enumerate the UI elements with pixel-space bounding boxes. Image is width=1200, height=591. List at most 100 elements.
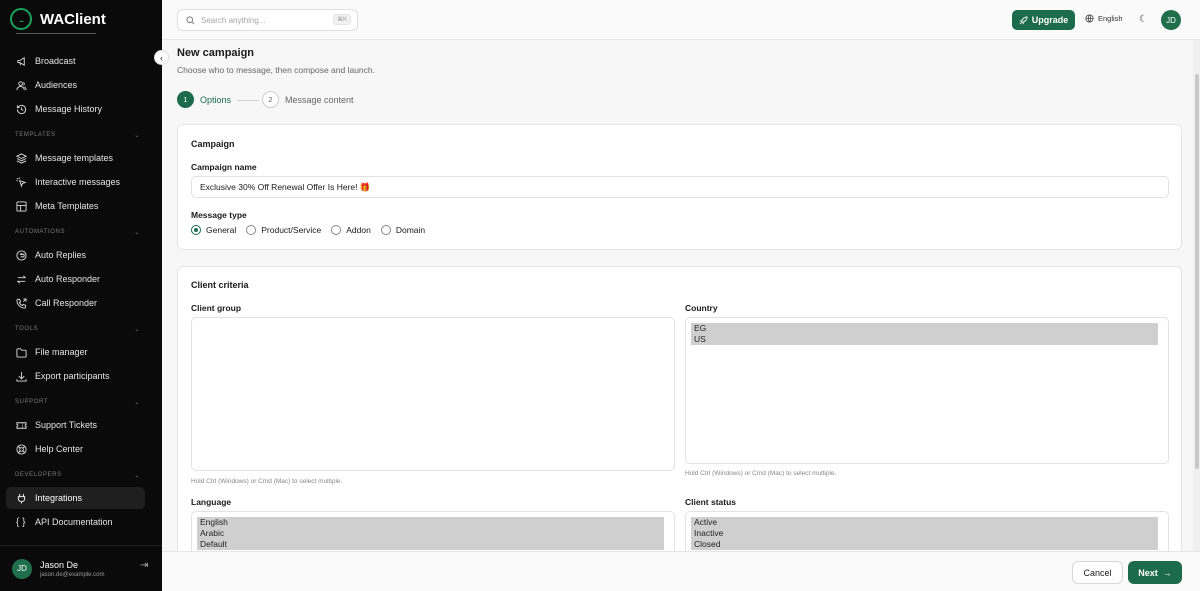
- rocket-icon: [1019, 15, 1028, 24]
- country-hint: Hold Ctrl (Windows) or Cmd (Mac) to sele…: [685, 470, 837, 477]
- step-message-content[interactable]: 2 Message content: [262, 91, 354, 108]
- radio-label: Domain: [395, 225, 426, 235]
- brand[interactable]: ... WAClient: [10, 8, 106, 30]
- user-email: jason.de@example.com: [40, 571, 105, 578]
- folder-icon: [16, 347, 27, 358]
- message-type-label: Message type: [191, 210, 247, 220]
- download-icon: [16, 371, 27, 382]
- search-input[interactable]: Search anything... ⌘K: [177, 9, 358, 31]
- chevron-down-icon: ⌄: [134, 327, 140, 333]
- client-group-label: Client group: [191, 303, 242, 313]
- select-option[interactable]: Inactive: [691, 528, 1158, 539]
- avatar: JD: [12, 558, 32, 579]
- section-tools[interactable]: TOOLS ⌄: [15, 326, 140, 333]
- radio-label: Addon: [346, 225, 371, 235]
- radio-button[interactable]: [191, 225, 201, 235]
- layout-icon: [16, 200, 27, 212]
- radio-button[interactable]: [246, 225, 257, 235]
- language-selector[interactable]: English: [1085, 14, 1123, 23]
- section-developers[interactable]: DEVELOPERS ⌄: [15, 472, 140, 479]
- topbar: Search anything... ⌘K Upgrade English ☾ …: [162, 0, 1200, 40]
- search-shortcut: ⌘K: [332, 14, 351, 25]
- collapse-sidebar-button[interactable]: ‹: [154, 50, 169, 65]
- client-status-label: Client status: [685, 497, 737, 507]
- sidebar-item-integrations[interactable]: Integrations: [6, 487, 145, 509]
- sidebar-item-auto-responder[interactable]: Auto Responder: [6, 268, 145, 290]
- sidebar-item-message-history[interactable]: Message History: [6, 98, 145, 120]
- select-option[interactable]: EG: [691, 323, 1158, 334]
- chevron-down-icon: ⌄: [134, 473, 140, 479]
- sidebar-item-message-templates[interactable]: Message templates: [6, 147, 145, 169]
- sidebar-item-label: Auto Responder: [35, 274, 101, 284]
- sidebar-item-export-participants[interactable]: Export participants: [6, 365, 145, 387]
- sidebar-item-call-responder[interactable]: Call Responder: [6, 292, 145, 314]
- sidebar-item-partial: [10, 30, 110, 42]
- radio-label: General: [206, 225, 237, 235]
- action-footer: Cancel Next →: [162, 551, 1200, 591]
- section-templates[interactable]: TEMPLATES ⌄: [15, 132, 140, 139]
- step-number: 2: [262, 91, 279, 108]
- step-options[interactable]: 1 Options: [177, 91, 231, 108]
- language-label: Language: [191, 497, 232, 507]
- sidebar-item-label: Broadcast: [35, 56, 76, 66]
- chevron-down-icon: ⌄: [134, 133, 140, 139]
- sidebar: ... WAClient Broadcast Audiences Message…: [0, 0, 162, 591]
- select-option[interactable]: Arabic: [197, 528, 664, 539]
- users-icon: [16, 80, 27, 90]
- sidebar-item-interactive-messages[interactable]: Interactive messages: [6, 171, 145, 193]
- campaign-name-input[interactable]: Exclusive 30% Off Renewal Offer Is Here!…: [191, 176, 1169, 198]
- radio-button[interactable]: [331, 225, 342, 235]
- scrollbar-thumb[interactable]: [1195, 74, 1199, 469]
- section-automations[interactable]: AUTOMATIONS ⌄: [15, 229, 140, 236]
- section-title: AUTOMATIONS: [15, 229, 66, 235]
- section-title: SUPPORT: [15, 399, 49, 405]
- radio-domain[interactable]: Domain: [380, 225, 426, 235]
- logout-icon[interactable]: ⇥: [140, 560, 148, 571]
- ticket-icon: [16, 421, 27, 429]
- sidebar-item-support-tickets[interactable]: Support Tickets: [6, 414, 145, 436]
- sidebar-item-file-manager[interactable]: File manager: [6, 341, 145, 363]
- brand-name: WAClient: [40, 10, 106, 28]
- select-option[interactable]: US: [691, 334, 1158, 345]
- search-icon: [186, 15, 195, 24]
- radio-general[interactable]: General: [191, 225, 236, 235]
- sidebar-item-label: Meta Templates: [35, 201, 99, 211]
- sidebar-item-audiences[interactable]: Audiences: [6, 74, 145, 96]
- cancel-button[interactable]: Cancel: [1072, 561, 1123, 584]
- section-support[interactable]: SUPPORT ⌄: [15, 399, 140, 406]
- sidebar-item-meta-templates[interactable]: Meta Templates: [6, 195, 145, 217]
- arrow-right-icon: →: [1162, 567, 1172, 578]
- radio-label: Product/Service: [261, 225, 322, 235]
- client-group-hint: Hold Ctrl (Windows) or Cmd (Mac) to sele…: [191, 478, 343, 485]
- select-option[interactable]: Active: [691, 517, 1158, 528]
- radio-button[interactable]: [380, 225, 391, 235]
- next-button[interactable]: Next →: [1128, 561, 1182, 584]
- sidebar-item-auto-replies[interactable]: Auto Replies: [6, 244, 145, 266]
- select-option[interactable]: Default: [197, 539, 664, 550]
- sidebar-item-api-documentation[interactable]: { } API Documentation: [6, 511, 145, 533]
- sidebar-item-label: Audiences: [35, 80, 78, 90]
- select-option[interactable]: English: [197, 517, 664, 528]
- user-profile[interactable]: JD Jason De jason.de@example.com ⇥: [0, 545, 162, 591]
- sidebar-item-label: Message History: [35, 104, 103, 114]
- step-label: Options: [200, 94, 232, 105]
- upgrade-button[interactable]: Upgrade: [1012, 10, 1075, 30]
- phone-forward-icon: [16, 297, 27, 309]
- client-group-select[interactable]: [191, 317, 675, 471]
- user-name: Jason De: [40, 559, 79, 570]
- avatar[interactable]: JD: [1161, 10, 1181, 30]
- plug-icon: [17, 493, 26, 504]
- campaign-name-label: Campaign name: [191, 162, 257, 172]
- sidebar-item-broadcast[interactable]: Broadcast: [6, 50, 145, 72]
- country-select[interactable]: EG US: [685, 317, 1169, 464]
- moon-icon[interactable]: ☾: [1139, 14, 1148, 25]
- megaphone-icon: [17, 56, 25, 66]
- radio-product-service[interactable]: Product/Service: [246, 225, 321, 235]
- language-label: English: [1098, 14, 1123, 23]
- select-option[interactable]: Closed: [691, 539, 1158, 550]
- cursor-click-icon: [16, 176, 27, 188]
- radio-addon[interactable]: Addon: [331, 225, 371, 235]
- sidebar-item-help-center[interactable]: Help Center: [6, 438, 145, 460]
- layers-icon: [16, 152, 27, 164]
- chevron-left-icon: ‹: [160, 52, 163, 63]
